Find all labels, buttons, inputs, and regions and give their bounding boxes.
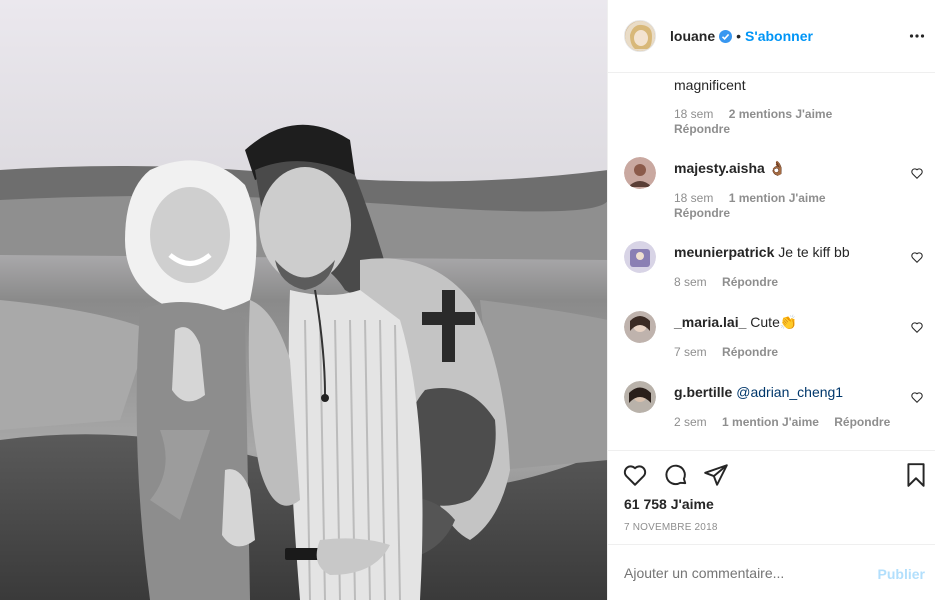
separator-dot: • — [736, 28, 742, 44]
reply-button[interactable]: Répondre — [674, 206, 730, 220]
comment-text: 👌🏾 — [768, 160, 787, 176]
comment-text: Cute👏 — [750, 314, 798, 330]
author-username[interactable]: louane — [670, 28, 715, 44]
ellipsis-icon[interactable] — [909, 28, 925, 44]
publish-button[interactable]: Publier — [878, 566, 925, 582]
comment-username[interactable]: meunierpatrick — [674, 244, 774, 260]
post-image — [0, 0, 607, 600]
post-side-panel: louane • S'abonner magnificent 18 sem 2 … — [608, 0, 935, 600]
comment-bubble-icon[interactable] — [663, 462, 689, 488]
bookmark-icon[interactable] — [903, 462, 929, 488]
comment-time[interactable]: 18 sem — [674, 107, 713, 121]
comment-meta: 18 sem 1 mention J'aime — [674, 191, 826, 205]
comment-time[interactable]: 18 sem — [674, 191, 713, 205]
like-heart-icon[interactable] — [622, 462, 648, 488]
share-send-icon[interactable] — [703, 462, 729, 488]
likes-label: J'aime — [670, 496, 714, 512]
reply-button[interactable]: Répondre — [834, 415, 890, 429]
comment-time[interactable]: 2 sem — [674, 415, 707, 429]
comment-likes[interactable]: 1 mention J'aime — [722, 415, 819, 429]
comment-meta: 18 sem 2 mentions J'aime — [674, 107, 832, 121]
comment-meta: 8 sem Répondre — [674, 275, 778, 289]
comment-username[interactable]: majesty.aisha — [674, 160, 765, 176]
commenter-avatar[interactable] — [624, 241, 656, 273]
comment-text: magnificent — [674, 77, 746, 93]
comment-meta: 7 sem Répondre — [674, 345, 778, 359]
verified-badge-icon — [719, 29, 733, 43]
comment-likes[interactable]: 1 mention J'aime — [729, 191, 826, 205]
like-comment-heart-icon[interactable] — [910, 320, 924, 334]
post-header: louane • S'abonner — [608, 0, 935, 73]
post-photo[interactable] — [0, 0, 608, 600]
add-comment-bar: Publier — [608, 544, 935, 600]
like-comment-heart-icon[interactable] — [910, 166, 924, 180]
commenter-avatar[interactable] — [624, 157, 656, 189]
reply-button[interactable]: Répondre — [722, 345, 778, 359]
comments-list[interactable]: magnificent 18 sem 2 mentions J'aime Rép… — [608, 73, 935, 450]
comment-username[interactable]: _maria.lai_ — [674, 314, 746, 330]
like-comment-heart-icon[interactable] — [910, 250, 924, 264]
comment-input[interactable] — [624, 565, 864, 581]
comment-time[interactable]: 7 sem — [674, 345, 707, 359]
commenter-avatar[interactable] — [624, 381, 656, 413]
post-actions: 61 758 J'aime 7 NOVEMBRE 2018 — [608, 450, 935, 544]
comment-mention-link[interactable]: @adrian_cheng1 — [736, 384, 843, 400]
comment-time[interactable]: 8 sem — [674, 275, 707, 289]
comment-meta: 2 sem 1 mention J'aime Répondre — [674, 415, 890, 429]
reply-button[interactable]: Répondre — [722, 275, 778, 289]
likes-count[interactable]: 61 758 J'aime — [624, 496, 714, 512]
author-avatar[interactable] — [624, 20, 656, 52]
comment-username[interactable]: g.bertille — [674, 384, 732, 400]
likes-number: 61 758 — [624, 496, 667, 512]
comment-likes[interactable]: 2 mentions J'aime — [729, 107, 833, 121]
commenter-avatar[interactable] — [624, 311, 656, 343]
post-date[interactable]: 7 NOVEMBRE 2018 — [624, 522, 718, 533]
follow-button[interactable]: S'abonner — [745, 28, 813, 44]
like-comment-heart-icon[interactable] — [910, 390, 924, 404]
comment-text: Je te kiff bb — [778, 244, 850, 260]
reply-button[interactable]: Répondre — [674, 122, 730, 136]
